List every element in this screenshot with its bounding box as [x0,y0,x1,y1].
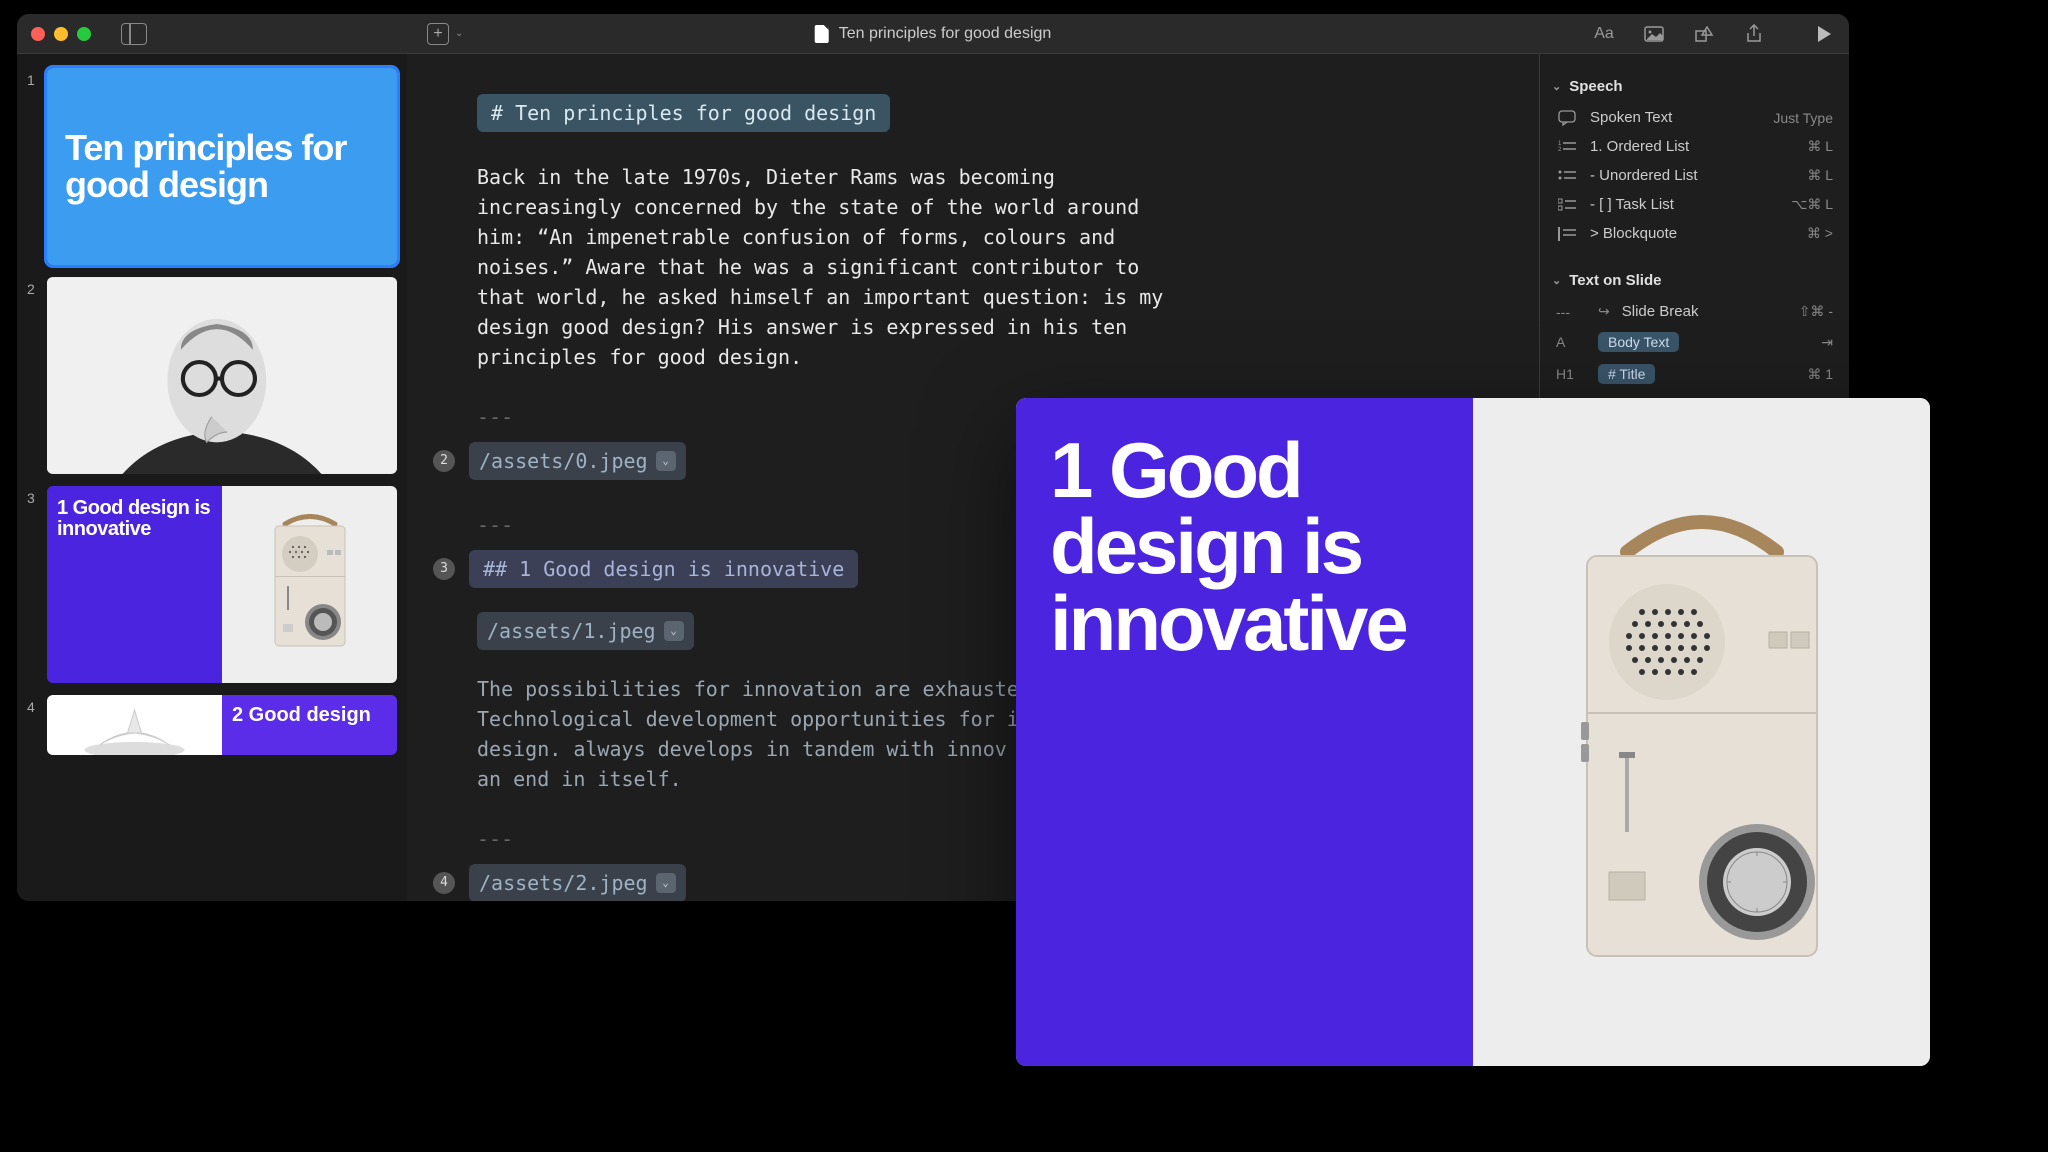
slides-panel[interactable]: 1 Ten principles for good design 2 [17,54,407,901]
slide-thumb-3-row[interactable]: 3 1 Good design is innovative [27,486,397,683]
slide-badge: 3 [433,558,455,580]
inspector-task-list[interactable]: - [ ] Task List ⌥⌘ L [1552,190,1837,219]
slide-number: 3 [27,486,41,683]
titlebar-right-tools: Aa [1593,23,1835,45]
juicer-icon [47,695,222,755]
asset-path: /assets/2.jpeg [479,868,648,898]
preview-title: 1 Good design is innovative [1050,432,1439,661]
radio-icon [265,514,355,654]
slide-3-title: 1 Good design is innovative [57,498,212,540]
asset-path: /assets/1.jpeg [487,616,656,646]
window-controls [31,27,91,41]
asset-chip[interactable]: /assets/0.jpeg ⌄ [469,442,686,480]
unordered-list-icon [1556,169,1578,183]
chevron-down-icon[interactable]: ⌄ [455,28,463,39]
slide-thumb-1[interactable]: Ten principles for good design [47,68,397,265]
asset-chip[interactable]: /assets/2.jpeg ⌄ [469,864,686,901]
speech-bubble-icon [1556,110,1578,126]
inspector-slide-break[interactable]: --- ↪ Slide Break ⇧⌘ - [1552,297,1837,326]
ordered-list-icon: 12 [1556,140,1578,154]
slide-number: 4 [27,695,41,755]
inspector-text-on-slide-header[interactable]: ⌄ Text on Slide [1552,272,1837,289]
play-icon[interactable] [1813,23,1835,45]
title-pill: # Title [1598,364,1655,384]
slide-thumb-2-row[interactable]: 2 [27,277,397,474]
svg-text:2: 2 [1558,147,1562,153]
document-title: Ten principles for good design [839,25,1052,43]
chevron-down-icon: ⌄ [1552,274,1561,287]
editor-paragraph-1[interactable]: Back in the late 1970s, Dieter Rams was … [477,162,1177,372]
inspector-blockquote[interactable]: > Blockquote ⌘ > [1552,219,1837,248]
inspector-title[interactable]: H1 # Title ⌘ 1 [1552,358,1837,390]
document-icon [815,25,829,43]
arrow-icon: ↪ [1598,303,1610,320]
shapes-icon[interactable] [1693,23,1715,45]
editor-subheading[interactable]: ## 1 Good design is innovative [469,550,858,588]
slide-preview-overlay: 1 Good design is innovative [1016,398,1930,1066]
preview-right-panel [1473,398,1930,1066]
slide-thumb-2[interactable] [47,277,397,474]
share-icon[interactable] [1743,23,1765,45]
minimize-window-button[interactable] [54,27,68,41]
asset-chip[interactable]: /assets/1.jpeg ⌄ [477,612,694,650]
task-list-icon [1556,198,1578,212]
inspector-spoken-text[interactable]: Spoken Text Just Type [1552,103,1837,132]
chevron-down-icon[interactable]: ⌄ [656,873,676,893]
radio-illustration [1547,492,1857,972]
slide-thumb-1-row[interactable]: 1 Ten principles for good design [27,68,397,265]
slide-thumb-4-row[interactable]: 4 2 Good design [27,695,397,755]
titlebar: + ⌄ Ten principles for good design Aa [17,14,1849,54]
chevron-down-icon[interactable]: ⌄ [664,621,684,641]
image-icon[interactable] [1643,23,1665,45]
close-window-button[interactable] [31,27,45,41]
inspector-body-text[interactable]: A Body Text ⇥ [1552,326,1837,358]
portrait-placeholder-icon [47,277,397,474]
slide-thumb-4[interactable]: 2 Good design [47,695,397,755]
titlebar-add-group: + ⌄ [427,23,463,45]
slide-thumb-3[interactable]: 1 Good design is innovative [47,486,397,683]
slide-number: 1 [27,68,41,265]
editor-heading[interactable]: # Ten principles for good design [477,94,890,132]
asset-path: /assets/0.jpeg [479,446,648,476]
chevron-down-icon[interactable]: ⌄ [656,451,676,471]
document-title-group: Ten principles for good design [815,25,1052,43]
slide-badge: 2 [433,450,455,472]
maximize-window-button[interactable] [77,27,91,41]
slide-number: 2 [27,277,41,474]
add-button[interactable]: + [427,23,449,45]
chevron-down-icon: ⌄ [1552,80,1561,93]
inspector-ordered-list[interactable]: 12 1. Ordered List ⌘ L [1552,132,1837,161]
slide-4-title: 2 Good design [232,705,387,726]
text-style-icon[interactable]: Aa [1593,23,1615,45]
inspector-speech-header[interactable]: ⌄ Speech [1552,78,1837,95]
blockquote-icon [1556,227,1578,241]
body-text-pill: Body Text [1598,332,1679,352]
slide-badge: 4 [433,872,455,894]
inspector-unordered-list[interactable]: - Unordered List ⌘ L [1552,161,1837,190]
preview-left-panel: 1 Good design is innovative [1016,398,1473,1066]
slide-1-title: Ten principles for good design [65,129,379,205]
sidebar-toggle-icon[interactable] [121,23,147,45]
